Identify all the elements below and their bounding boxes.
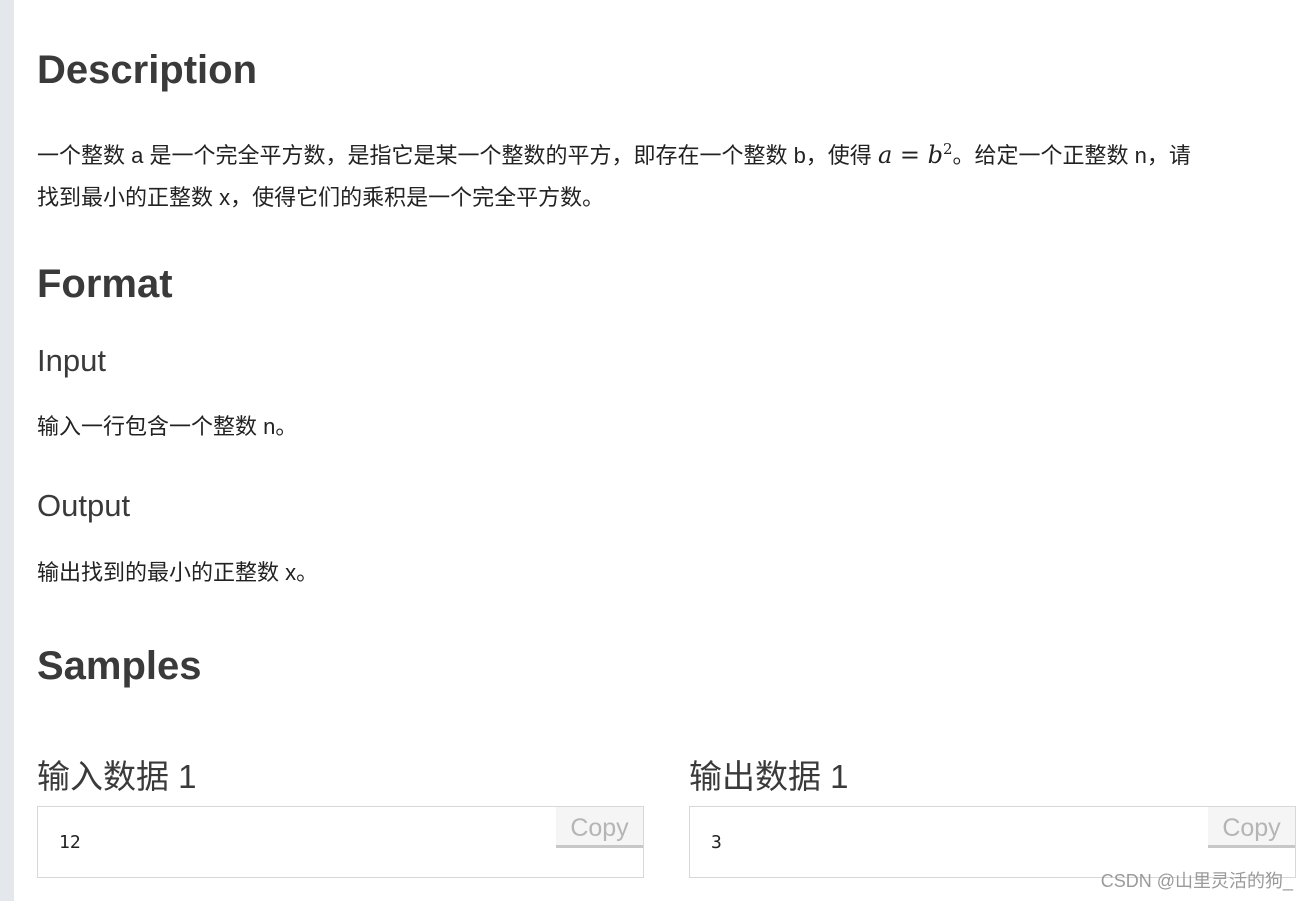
watermark: CSDN @山里灵活的狗_ bbox=[1100, 871, 1293, 891]
description-text: 一个整数 a 是一个完全平方数，是指它是某一个整数的平方，即存在一个整数 b，使… bbox=[37, 128, 1299, 219]
description-line2: 找到最小的正整数 x，使得它们的乘积是一个完全平方数。 bbox=[37, 185, 605, 210]
left-border-strip bbox=[0, 0, 14, 901]
output-description: 输出找到的最小的正整数 x。 bbox=[37, 560, 319, 585]
description-line1-part2: 。给定一个正整数 n，请 bbox=[952, 143, 1191, 168]
output-heading: Output bbox=[37, 488, 131, 523]
copy-input-button[interactable]: Copy bbox=[556, 807, 643, 848]
sample-input-column: 输入数据 1 12 Copy bbox=[37, 750, 644, 878]
math-expression: a = b2 bbox=[877, 140, 953, 169]
sample-input-box: 12 Copy bbox=[37, 806, 644, 878]
format-heading: Format bbox=[37, 262, 173, 306]
description-heading: Description bbox=[37, 48, 258, 92]
sample-output-value: 3 bbox=[711, 832, 722, 853]
input-heading: Input bbox=[37, 343, 106, 378]
copy-output-button[interactable]: Copy bbox=[1208, 807, 1295, 848]
sample-output-title: 输出数据 1 bbox=[689, 758, 849, 795]
input-description: 输入一行包含一个整数 n。 bbox=[37, 414, 298, 439]
samples-heading: Samples bbox=[37, 644, 202, 688]
sample-input-value: 12 bbox=[59, 832, 81, 853]
sample-input-title: 输入数据 1 bbox=[37, 758, 197, 795]
sample-output-column: 输出数据 1 3 Copy bbox=[689, 750, 1296, 878]
description-line1-part1: 一个整数 a 是一个完全平方数，是指它是某一个整数的平方，即存在一个整数 b，使… bbox=[37, 143, 878, 168]
